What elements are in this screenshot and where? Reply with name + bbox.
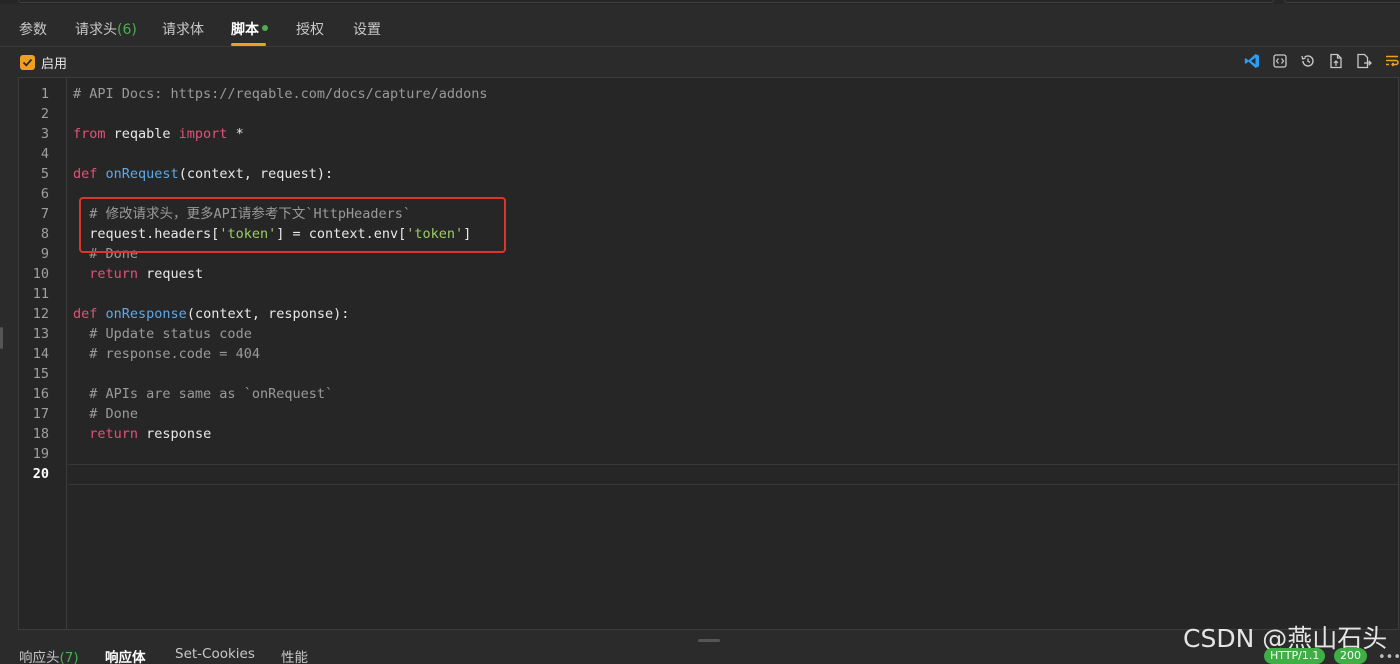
tab-response-headers[interactable]: 响应头(7): [19, 646, 79, 664]
line-number: 9: [40, 246, 49, 262]
current-line-highlight: [68, 464, 1398, 485]
line-number: 17: [32, 406, 49, 422]
line-number-gutter: 1 2 3 4 5 6 7 8 9 10 11 12 13 14 15 16 1…: [19, 78, 67, 629]
word-wrap-icon[interactable]: [1378, 51, 1400, 71]
check-icon: [22, 58, 33, 67]
line-number: 11: [32, 286, 49, 302]
code-line-8: request.headers['token'] = context.env['…: [89, 226, 472, 242]
code-line-13: # Update status code: [89, 326, 252, 342]
line-number: 6: [40, 186, 49, 202]
top-strip: [0, 0, 1400, 4]
line-number: 15: [32, 366, 49, 382]
url-bar-edge: [18, 0, 1274, 3]
tab-set-cookies[interactable]: Set-Cookies: [175, 646, 255, 662]
line-number: 2: [40, 106, 49, 122]
line-number: 16: [32, 386, 49, 402]
code-line-3: from reqable import *: [73, 126, 244, 142]
tab-performance[interactable]: 性能: [281, 646, 308, 664]
line-number: 4: [40, 146, 49, 162]
request-tabs: 参数 请求头(6) 请求体 脚本 授权 设置: [0, 13, 1400, 47]
tab-settings[interactable]: 设置: [353, 19, 381, 39]
side-resize-handle[interactable]: [0, 327, 3, 349]
code-area[interactable]: # API Docs: https://reqable.com/docs/cap…: [68, 78, 1398, 629]
line-number: 10: [32, 266, 49, 282]
code-line-12: def onResponse(context, response):: [73, 306, 350, 322]
line-number: 18: [32, 426, 49, 442]
status-code-badge: 200: [1334, 648, 1367, 664]
code-line-14: # response.code = 404: [89, 346, 260, 362]
more-icon[interactable]: •••: [1378, 650, 1400, 664]
code-line-17: # Done: [89, 406, 139, 422]
file-export-icon[interactable]: [1322, 51, 1350, 71]
history-icon[interactable]: [1294, 51, 1322, 71]
enable-checkbox[interactable]: [20, 54, 35, 70]
line-number: 1: [40, 86, 49, 102]
line-number: 5: [40, 166, 49, 182]
enable-label: 启用: [41, 56, 68, 72]
enable-toggle[interactable]: 启用: [20, 53, 68, 72]
code-line-5: def onRequest(context, request):: [73, 166, 334, 182]
line-number: 8: [40, 226, 49, 242]
tab-params[interactable]: 参数: [19, 19, 47, 39]
line-number: 19: [32, 446, 49, 462]
tab-request-headers[interactable]: 请求头(6): [75, 19, 137, 39]
line-number: 3: [40, 126, 49, 142]
protocol-badge: HTTP/1.1: [1264, 648, 1326, 664]
code-editor[interactable]: 1 2 3 4 5 6 7 8 9 10 11 12 13 14 15 16 1…: [18, 77, 1399, 630]
script-toolbar: [1238, 51, 1400, 71]
code-line-7: # 修改请求头，更多API请参考下文`HttpHeaders`: [89, 206, 412, 222]
send-button-edge: [1284, 0, 1400, 3]
tab-response-body[interactable]: 响应体: [105, 646, 146, 664]
tab-auth[interactable]: 授权: [296, 19, 324, 39]
line-number: 13: [32, 326, 49, 342]
active-tab-indicator: [231, 43, 266, 46]
code-line-1: # API Docs: https://reqable.com/docs/cap…: [73, 86, 488, 102]
modified-dot: [262, 25, 268, 31]
line-number: 14: [32, 346, 49, 362]
code-line-9: # Done: [89, 246, 139, 262]
code-line-18: return response: [89, 426, 212, 442]
vscode-icon[interactable]: [1238, 51, 1266, 71]
line-number-current: 20: [32, 466, 49, 482]
line-number: 7: [40, 206, 49, 222]
code-line-10: return request: [89, 266, 204, 282]
line-number: 12: [32, 306, 49, 322]
code-brackets-icon[interactable]: [1266, 51, 1294, 71]
tab-request-body[interactable]: 请求体: [162, 19, 204, 39]
tab-script[interactable]: 脚本: [231, 19, 268, 39]
file-output-icon[interactable]: [1350, 51, 1378, 71]
code-line-16: # APIs are same as `onRequest`: [89, 386, 334, 402]
